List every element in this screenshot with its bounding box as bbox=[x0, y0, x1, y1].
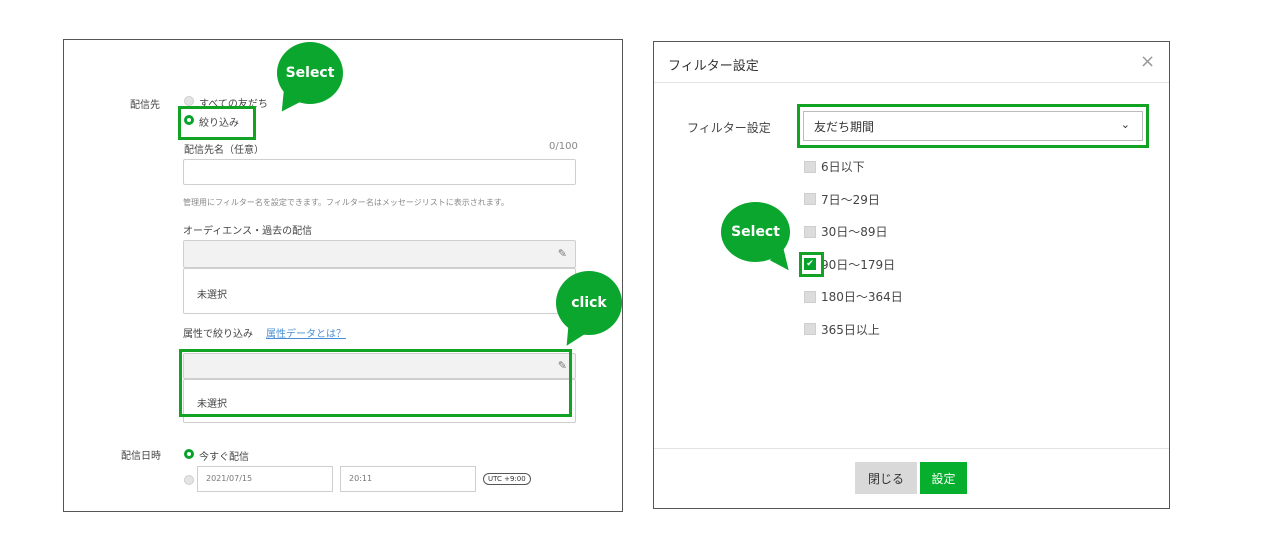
click-callout-text: click bbox=[571, 295, 607, 311]
highlight-checkbox bbox=[799, 252, 824, 277]
period-option-label: 365日以上 bbox=[821, 322, 880, 337]
highlight-narrow bbox=[178, 106, 256, 140]
close-button[interactable]: 閉じる bbox=[855, 462, 917, 494]
period-option[interactable]: 180日〜364日 bbox=[804, 288, 903, 305]
period-option-label: 7日〜29日 bbox=[821, 192, 880, 207]
apply-button[interactable]: 設定 bbox=[920, 462, 967, 494]
dest-name-label: 配信先名（任意） bbox=[184, 145, 264, 156]
filter-label: フィルター設定 bbox=[687, 121, 771, 135]
highlight-select bbox=[797, 104, 1149, 148]
attribute-help-link[interactable]: 属性データとは？ bbox=[266, 325, 346, 340]
checkbox[interactable] bbox=[804, 193, 816, 205]
radio-all-friends[interactable] bbox=[184, 96, 194, 106]
period-option-label: 180日〜364日 bbox=[821, 290, 903, 304]
checkbox[interactable] bbox=[804, 323, 816, 335]
period-option-label: 6日以下 bbox=[821, 160, 865, 174]
dest-name-input[interactable] bbox=[183, 159, 576, 185]
checkbox[interactable] bbox=[804, 290, 816, 303]
pencil-icon[interactable]: ✎ bbox=[558, 247, 567, 260]
utc-badge: UTC +9:00 bbox=[483, 473, 531, 485]
radio-send-now-label: 今すぐ配信 bbox=[199, 452, 249, 463]
dest-name-counter: 0/100 bbox=[549, 141, 578, 152]
select-callout-text: Select bbox=[285, 65, 335, 81]
radio-schedule[interactable] bbox=[184, 475, 194, 485]
checkbox[interactable] bbox=[804, 160, 816, 173]
select-callout-text: Select bbox=[731, 224, 780, 240]
period-option-label: 30日〜89日 bbox=[821, 225, 888, 239]
close-icon[interactable]: × bbox=[1140, 51, 1155, 72]
checkbox[interactable] bbox=[804, 225, 816, 238]
highlight-attribute bbox=[179, 349, 572, 417]
period-option[interactable]: 30日〜89日 bbox=[804, 223, 888, 240]
audience-value: 未選択 bbox=[197, 290, 227, 301]
header-divider bbox=[654, 82, 1169, 83]
period-option[interactable]: 365日以上 bbox=[804, 321, 880, 338]
date-input[interactable]: 2021/07/15 bbox=[197, 466, 333, 492]
time-input[interactable]: 20:11 bbox=[340, 466, 476, 492]
dialog-title: フィルター設定 bbox=[668, 59, 759, 74]
time-value: 20:11 bbox=[349, 474, 373, 483]
footer-divider bbox=[654, 448, 1169, 449]
attribute-label: 属性で絞り込み bbox=[183, 329, 253, 340]
filter-settings-dialog: フィルター設定 × フィルター設定 友だち期間 ⌄ 6日以下 7日〜29日 30日〜… bbox=[653, 41, 1170, 509]
audience-edit-bar[interactable]: ✎ bbox=[183, 240, 576, 268]
period-option-label: 90日〜179日 bbox=[821, 257, 896, 272]
radio-send-now[interactable] bbox=[184, 449, 194, 459]
audience-box: 未選択 bbox=[183, 268, 576, 314]
dest-name-help: 管理用にフィルター名を設定できます。フィルター名はメッセージリストに表示されます… bbox=[183, 198, 509, 207]
period-option[interactable]: 7日〜29日 bbox=[804, 191, 880, 208]
schedule-label: 配信日時 bbox=[121, 451, 161, 462]
period-option[interactable]: 6日以下 bbox=[804, 158, 865, 175]
message-settings-panel: 配信先 すべての友だち 絞り込み 配信先名（任意） 0/100 管理用にフィルタ… bbox=[63, 39, 623, 512]
date-value: 2021/07/15 bbox=[206, 474, 253, 483]
recipients-label: 配信先 bbox=[130, 100, 160, 111]
audience-label: オーディエンス・過去の配信 bbox=[183, 226, 313, 237]
